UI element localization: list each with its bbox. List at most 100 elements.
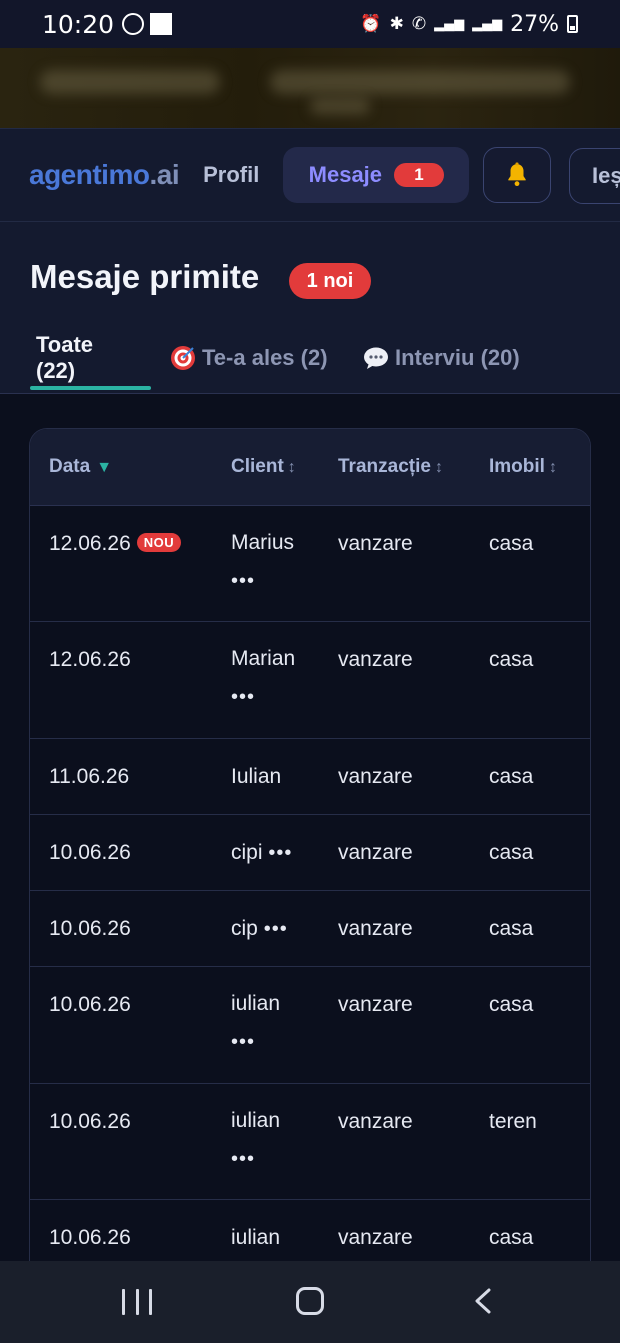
mesaje-count-badge: 1 bbox=[394, 163, 445, 187]
more-icon[interactable]: ••• bbox=[231, 1023, 280, 1061]
more-icon[interactable]: ••• bbox=[231, 562, 294, 600]
client-name: Marian bbox=[231, 647, 296, 670]
active-tab-indicator bbox=[30, 386, 151, 390]
column-label: Client bbox=[231, 456, 284, 477]
client-name: iulian bbox=[231, 992, 281, 1015]
notification-square-icon bbox=[150, 13, 173, 35]
client-name: cip bbox=[231, 917, 258, 940]
cell-tranzactie: vanzare bbox=[338, 993, 413, 1016]
sort-icon: ↕ bbox=[434, 459, 443, 476]
logo-suffix: .ai bbox=[149, 159, 180, 190]
status-bar: 10:20 ⏰ ✱ ✆ ▂▄▆ ▂▄▆ 27% bbox=[0, 0, 620, 48]
column-header-tranzactie[interactable]: Tranzacție ↕ bbox=[338, 456, 443, 478]
speech-bubble-icon bbox=[364, 347, 388, 369]
table-row[interactable]: 10.06.26 cip ••• vanzare casa bbox=[30, 891, 590, 967]
battery-percent: 27% bbox=[510, 11, 559, 37]
cell-data: 10.06.26 bbox=[49, 841, 131, 864]
more-icon[interactable]: ••• bbox=[264, 918, 288, 940]
cell-tranzactie: vanzare bbox=[338, 841, 413, 864]
back-icon[interactable] bbox=[474, 1288, 492, 1314]
battery-icon bbox=[567, 15, 578, 33]
tab-interviu[interactable]: Interviu (20) bbox=[363, 340, 520, 376]
recent-apps-icon[interactable] bbox=[122, 1289, 152, 1315]
cell-client: iulian ••• bbox=[231, 985, 280, 1061]
cell-data: 12.06.26 NOU bbox=[49, 532, 182, 556]
blurred-banner bbox=[0, 48, 620, 128]
more-icon[interactable]: ••• bbox=[231, 678, 295, 716]
tab-te-a-ales[interactable]: Te-a ales (2) bbox=[170, 340, 328, 376]
screen: 10:20 ⏰ ✱ ✆ ▂▄▆ ▂▄▆ 27% agentimo.ai Prof… bbox=[0, 0, 620, 1343]
notifications-button[interactable] bbox=[483, 147, 552, 203]
messages-table: Data ▼ Client ↕ Tranzacție ↕ Imobil ↕ 12.06.… bbox=[29, 428, 591, 1328]
tab-label: Interviu (20) bbox=[395, 345, 520, 370]
column-header-imobil[interactable]: Imobil ↕ bbox=[489, 456, 557, 478]
cell-data: 10.06.26 bbox=[49, 917, 131, 940]
sort-desc-icon: ▼ bbox=[96, 459, 113, 476]
sort-icon: ↕ bbox=[287, 459, 296, 476]
app-header: agentimo.ai Profil Mesaje 1 Ieși bbox=[0, 128, 620, 222]
bluetooth-icon: ✱ bbox=[389, 14, 404, 34]
cell-imobil: casa bbox=[489, 532, 534, 555]
cell-tranzactie: vanzare bbox=[338, 648, 413, 671]
more-icon[interactable]: ••• bbox=[231, 1140, 280, 1178]
table-row[interactable]: 10.06.26 cipi ••• vanzare casa bbox=[30, 815, 590, 891]
column-label: Data bbox=[49, 456, 91, 477]
alarm-icon: ⏰ bbox=[360, 14, 382, 34]
new-messages-badge: 1 noi bbox=[289, 263, 371, 299]
table-row[interactable]: 10.06.26 iulian ••• vanzare casa bbox=[30, 967, 590, 1084]
nav-profil[interactable]: Profil bbox=[203, 162, 259, 188]
cell-data: 12.06.26 bbox=[49, 648, 131, 671]
tab-toate[interactable]: Toate (22) bbox=[36, 332, 93, 383]
nav-mesaje-button[interactable]: Mesaje 1 bbox=[283, 147, 470, 203]
column-header-client[interactable]: Client ↕ bbox=[231, 456, 296, 478]
wifi-call-icon: ✆ bbox=[411, 14, 427, 34]
table-header: Data ▼ Client ↕ Tranzacție ↕ Imobil ↕ bbox=[30, 429, 590, 506]
client-name: cipi bbox=[231, 841, 263, 864]
column-header-data[interactable]: Data ▼ bbox=[49, 456, 112, 478]
tab-label: Toate (22) bbox=[36, 332, 94, 383]
cell-imobil: casa bbox=[489, 917, 534, 940]
sort-icon: ↕ bbox=[548, 459, 557, 476]
date-text: 12.06.26 bbox=[49, 532, 131, 555]
whatsapp-icon bbox=[122, 13, 145, 35]
logout-label: Ieși bbox=[592, 163, 620, 188]
logo-text: agentimo bbox=[29, 159, 150, 190]
cell-tranzactie: vanzare bbox=[338, 765, 413, 788]
cell-client: Iulian bbox=[231, 765, 282, 788]
system-nav-bar bbox=[0, 1261, 620, 1343]
more-icon[interactable]: ••• bbox=[268, 842, 292, 864]
status-time: 10:20 bbox=[42, 9, 115, 39]
page-header: Mesaje primite 1 noi Toate (22) Te-a ale… bbox=[0, 222, 620, 394]
home-icon[interactable] bbox=[296, 1287, 324, 1315]
target-icon bbox=[171, 346, 195, 370]
cell-tranzactie: vanzare bbox=[338, 917, 413, 940]
cell-client: Marian ••• bbox=[231, 640, 295, 716]
logout-button[interactable]: Ieși bbox=[569, 148, 620, 204]
table-row[interactable]: 11.06.26 Iulian vanzare casa bbox=[30, 739, 590, 815]
status-icons: ⏰ ✱ ✆ ▂▄▆ ▂▄▆ 27% bbox=[360, 12, 578, 37]
cell-imobil: casa bbox=[489, 648, 534, 671]
table-row[interactable]: 12.06.26 NOU Marius ••• vanzare casa bbox=[30, 506, 590, 622]
cell-imobil: casa bbox=[489, 765, 534, 788]
nav-mesaje-label: Mesaje bbox=[308, 162, 383, 187]
logo[interactable]: agentimo.ai bbox=[29, 159, 180, 191]
cell-imobil: casa bbox=[489, 1226, 534, 1249]
new-badge: NOU bbox=[136, 533, 182, 552]
cell-imobil: casa bbox=[489, 993, 534, 1016]
cell-imobil: casa bbox=[489, 841, 534, 864]
cell-imobil: teren bbox=[489, 1110, 537, 1133]
cell-data: 10.06.26 bbox=[49, 1226, 131, 1249]
cell-client: cip ••• bbox=[231, 917, 288, 941]
client-name: iulian bbox=[231, 1109, 281, 1132]
cell-data: 11.06.26 bbox=[49, 765, 130, 788]
table-row[interactable]: 10.06.26 iulian ••• vanzare teren bbox=[30, 1084, 590, 1200]
signal-2-icon: ▂▄▆ bbox=[472, 16, 503, 32]
table-row[interactable]: 12.06.26 Marian ••• vanzare casa bbox=[30, 622, 590, 739]
cell-client: cipi ••• bbox=[231, 841, 292, 865]
page-title: Mesaje primite bbox=[30, 258, 260, 295]
cell-client: Marius ••• bbox=[231, 524, 294, 600]
cell-data: 10.06.26 bbox=[49, 993, 131, 1016]
cell-client: iulian bbox=[231, 1226, 281, 1249]
column-label: Tranzacție bbox=[338, 456, 431, 477]
cell-tranzactie: vanzare bbox=[338, 1226, 413, 1249]
